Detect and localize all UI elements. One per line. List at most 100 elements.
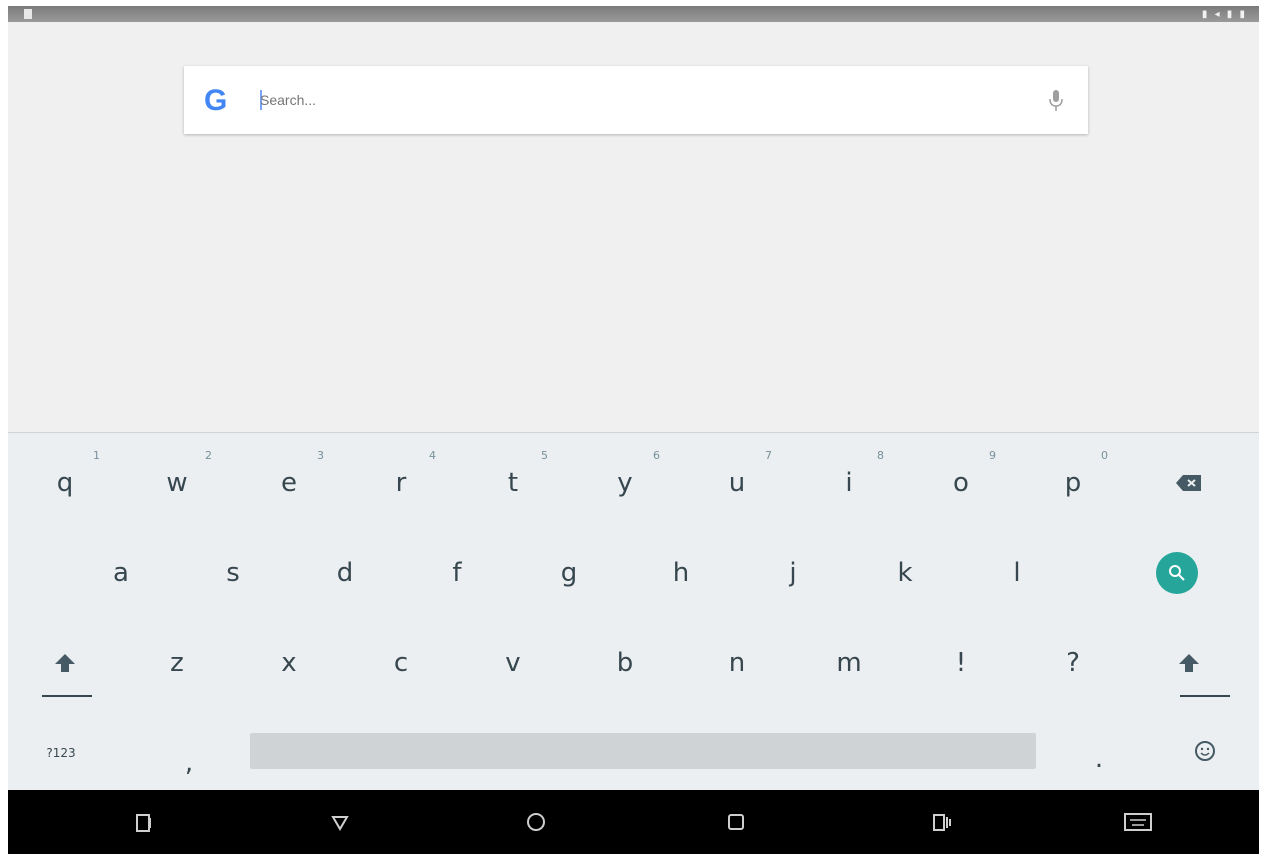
google-search-bar[interactable]: G: [184, 66, 1088, 134]
key-label: z: [170, 648, 184, 678]
key-s[interactable]: s: [178, 533, 288, 613]
screenshot-icon: [136, 814, 151, 832]
shift-icon: [55, 654, 75, 672]
key-label: l: [1013, 558, 1021, 588]
key-label: f: [452, 558, 462, 588]
search-action-key[interactable]: [1156, 552, 1198, 594]
key-a[interactable]: a: [66, 533, 176, 613]
key-label: s: [226, 558, 240, 588]
home-button[interactable]: [516, 806, 556, 838]
key-e[interactable]: e3: [234, 443, 344, 523]
notification-icon: [24, 9, 32, 19]
screenshot-button[interactable]: [124, 806, 164, 838]
key-label: k: [897, 558, 913, 588]
key-question[interactable]: ?: [1018, 623, 1128, 703]
key-u[interactable]: u7: [682, 443, 792, 523]
key-hint: 1: [93, 449, 100, 462]
key-label: n: [728, 648, 746, 678]
key-r[interactable]: r4: [346, 443, 456, 523]
key-label: ?123: [46, 746, 76, 760]
key-label: o: [953, 468, 969, 498]
period-key[interactable]: .: [1044, 719, 1154, 799]
key-label: m: [836, 648, 862, 678]
key-t[interactable]: t5: [458, 443, 568, 523]
google-logo-icon: G: [204, 84, 228, 117]
status-bar: ▮ ◂ ▮ ▮: [8, 6, 1259, 22]
emoji-key[interactable]: [1150, 711, 1260, 791]
key-i[interactable]: i8: [794, 443, 904, 523]
key-w[interactable]: w2: [122, 443, 232, 523]
shift-icon: [1179, 654, 1199, 672]
symbols-key[interactable]: ?123: [16, 713, 106, 793]
key-label: h: [672, 558, 690, 588]
search-icon: [1169, 565, 1185, 581]
key-v[interactable]: v: [458, 623, 568, 703]
key-g[interactable]: g: [514, 533, 624, 613]
navigation-bar: [8, 790, 1259, 854]
backspace-icon: [1176, 475, 1201, 491]
key-hint: 2: [205, 449, 212, 462]
keyboard-icon: [1124, 813, 1152, 831]
home-screen: G: [8, 22, 1259, 432]
status-icons: ▮ ◂ ▮ ▮: [1201, 9, 1247, 20]
soft-keyboard: q1 w2 e3 r4 t5 y6 u7 i8 o9 p0 a s d f g …: [8, 432, 1259, 791]
key-j[interactable]: j: [738, 533, 848, 613]
key-hint: 5: [541, 449, 548, 462]
key-label: c: [393, 648, 409, 678]
key-exclamation[interactable]: !: [906, 623, 1016, 703]
key-k[interactable]: k: [850, 533, 960, 613]
key-label: q: [56, 468, 74, 498]
key-c[interactable]: c: [346, 623, 456, 703]
back-triangle-icon: [331, 816, 349, 831]
key-hint: 8: [877, 449, 884, 462]
key-hint: 3: [317, 449, 324, 462]
key-label: a: [113, 558, 129, 588]
key-b[interactable]: b: [570, 623, 680, 703]
key-label: e: [281, 468, 297, 498]
search-input[interactable]: [260, 88, 960, 112]
key-n[interactable]: n: [682, 623, 792, 703]
key-q[interactable]: q1: [10, 443, 120, 523]
key-o[interactable]: o9: [906, 443, 1016, 523]
key-hint: 4: [429, 449, 436, 462]
recents-square-icon: [728, 814, 744, 830]
key-label: d: [336, 558, 354, 588]
keyboard-switch-button[interactable]: [1118, 806, 1158, 838]
recents-button[interactable]: [716, 806, 756, 838]
key-label: u: [728, 468, 746, 498]
key-y[interactable]: y6: [570, 443, 680, 523]
key-label: g: [560, 558, 578, 588]
key-label: j: [789, 558, 797, 588]
key-hint: 7: [765, 449, 772, 462]
microphone-icon[interactable]: [1046, 88, 1066, 114]
key-hint: 0: [1101, 449, 1108, 462]
backspace-key[interactable]: [1134, 443, 1244, 523]
shift-key-right[interactable]: [1134, 623, 1244, 703]
key-label: v: [505, 648, 521, 678]
key-l[interactable]: l: [962, 533, 1072, 613]
key-label: ,: [184, 748, 194, 778]
key-label: y: [617, 468, 633, 498]
key-m[interactable]: m: [794, 623, 904, 703]
shift-indicator: [42, 695, 92, 697]
key-x[interactable]: x: [234, 623, 344, 703]
volume-button[interactable]: [922, 806, 962, 838]
space-bar[interactable]: [250, 733, 1036, 769]
key-h[interactable]: h: [626, 533, 736, 613]
key-d[interactable]: d: [290, 533, 400, 613]
emoji-icon: [1195, 741, 1215, 761]
key-hint: 6: [653, 449, 660, 462]
home-circle-icon: [527, 813, 545, 831]
key-label: !: [955, 648, 967, 678]
volume-icon: [933, 814, 951, 831]
key-z[interactable]: z: [122, 623, 232, 703]
key-label: t: [507, 468, 519, 498]
key-f[interactable]: f: [402, 533, 512, 613]
back-button[interactable]: [320, 806, 360, 838]
key-hint: 9: [989, 449, 996, 462]
key-label: b: [616, 648, 634, 678]
shift-key-left[interactable]: [10, 623, 120, 703]
key-label: .: [1094, 744, 1104, 774]
key-p[interactable]: p0: [1018, 443, 1128, 523]
key-label: i: [845, 468, 853, 498]
